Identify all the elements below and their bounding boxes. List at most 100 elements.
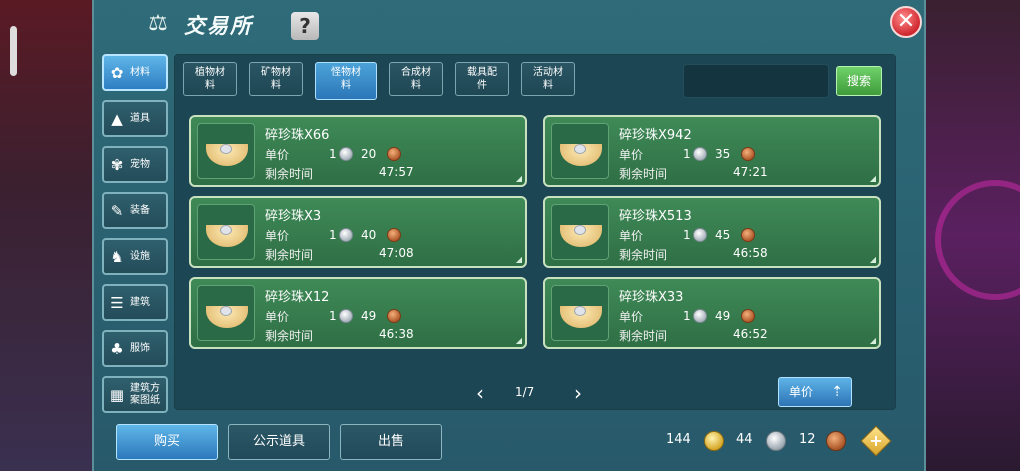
listing-card[interactable]: 碎珍珠X3 单价 1 40 剩余时间 47:08 ◢ — [189, 196, 527, 268]
item-name: 碎珍珠X33 — [619, 290, 684, 305]
price-label: 单价 — [265, 229, 290, 243]
tab-植物材料[interactable]: 植物材 料 — [183, 62, 237, 96]
time-remaining: 47:08 — [379, 246, 414, 260]
copper-coin-icon — [741, 309, 755, 323]
silver-amount: 1 — [683, 147, 691, 161]
listing-card[interactable]: 碎珍珠X942 单价 1 35 剩余时间 47:21 ◢ — [543, 115, 881, 187]
item-name: 碎珍珠X12 — [265, 290, 330, 305]
sidebar-item-材料[interactable]: ✿ 材料 — [102, 54, 168, 91]
tab-载具配件[interactable]: 载具配 件 — [455, 62, 509, 96]
price-label: 单价 — [265, 148, 290, 162]
silver-balance: 44 — [736, 432, 753, 447]
sidebar-item-label: 设施 — [130, 250, 150, 262]
copper-amount: 49 — [715, 309, 731, 323]
sort-by-price-button[interactable]: 单价 ⇡ — [778, 377, 852, 407]
corner-arrow-icon: ◢ — [869, 174, 876, 183]
corner-arrow-icon: ◢ — [869, 255, 876, 264]
search-input[interactable] — [683, 64, 829, 98]
sort-arrow-icon: ⇡ — [831, 384, 843, 400]
道具-icon: ▲ — [111, 109, 123, 128]
broken-pearl-icon — [197, 204, 255, 260]
copper-coin-icon — [741, 147, 755, 161]
设施-icon: ♞ — [110, 247, 124, 266]
copper-coin-icon — [387, 147, 401, 161]
sidebar-item-道具[interactable]: ▲ 道具 — [102, 100, 168, 137]
side-handle[interactable] — [10, 26, 17, 76]
time-remaining: 46:58 — [733, 246, 768, 260]
sell-tab[interactable]: 出售 — [340, 424, 442, 460]
next-page-button[interactable]: › — [569, 381, 587, 405]
listing-card[interactable]: 碎珍珠X33 单价 1 49 剩余时间 46:52 ◢ — [543, 277, 881, 349]
tab-活动材料[interactable]: 活动材 料 — [521, 62, 575, 96]
silver-amount: 1 — [329, 309, 337, 323]
sidebar-item-装备[interactable]: ✎ 装备 — [102, 192, 168, 229]
silver-coin-icon — [693, 228, 707, 242]
sidebar-item-建筑[interactable]: ☰ 建筑 — [102, 284, 168, 321]
tab-合成材料[interactable]: 合成材 料 — [389, 62, 443, 96]
sidebar-item-建筑方案图纸[interactable]: ▦ 建筑方 案图纸 — [102, 376, 168, 413]
broken-pearl-icon — [551, 285, 609, 341]
copper-coin-icon — [387, 309, 401, 323]
pearl-icon — [574, 144, 586, 154]
silver-coin-icon — [339, 147, 353, 161]
broken-pearl-icon — [197, 123, 255, 179]
scales-icon: ⚖ — [148, 11, 168, 36]
time-label: 剩余时间 — [619, 248, 668, 262]
listing-card[interactable]: 碎珍珠X12 单价 1 49 剩余时间 46:38 ◢ — [189, 277, 527, 349]
time-label: 剩余时间 — [619, 167, 668, 181]
sidebar-item-label: 宠物 — [130, 158, 150, 170]
silver-coin-icon — [693, 147, 707, 161]
copper-amount: 45 — [715, 228, 731, 242]
announced-items-tab[interactable]: 公示道具 — [228, 424, 330, 460]
time-remaining: 47:21 — [733, 165, 768, 179]
exchange-panel: ⚖ 交易所 ? ✕ ✿ 材料 ▲ 道具 ✾ 宠物 ✎ 装备 ♞ 设施 ☰ 建筑 — [92, 0, 926, 471]
help-button[interactable]: ? — [291, 12, 319, 40]
buy-tab[interactable]: 购买 — [116, 424, 218, 460]
previous-page-button[interactable]: ‹ — [471, 381, 489, 405]
corner-arrow-icon: ◢ — [515, 174, 522, 183]
pearl-icon — [220, 144, 232, 154]
price-label: 单价 — [619, 148, 644, 162]
close-button[interactable]: ✕ — [890, 6, 922, 38]
background-ring — [935, 180, 1020, 300]
copper-coin-icon — [387, 228, 401, 242]
sort-label: 单价 — [789, 385, 814, 399]
time-label: 剩余时间 — [265, 248, 314, 262]
page-title: 交易所 — [184, 14, 253, 38]
silver-amount: 1 — [329, 147, 337, 161]
宠物-icon: ✾ — [110, 155, 124, 174]
sidebar-item-label: 建筑方 案图纸 — [130, 382, 160, 406]
copper-coin-icon — [826, 431, 846, 451]
sidebar-item-设施[interactable]: ♞ 设施 — [102, 238, 168, 275]
sidebar-item-label: 服饰 — [130, 342, 150, 354]
broken-pearl-icon — [197, 285, 255, 341]
corner-arrow-icon: ◢ — [869, 336, 876, 345]
page-indicator: 1/7 — [515, 385, 535, 399]
sidebar-item-label: 道具 — [130, 112, 150, 124]
broken-pearl-icon — [551, 204, 609, 260]
copper-coin-icon — [741, 228, 755, 242]
tab-怪物材料[interactable]: 怪物材 料 — [315, 62, 377, 100]
time-label: 剩余时间 — [619, 329, 668, 343]
listing-card[interactable]: 碎珍珠X513 单价 1 45 剩余时间 46:58 ◢ — [543, 196, 881, 268]
item-name: 碎珍珠X513 — [619, 209, 692, 224]
item-name: 碎珍珠X66 — [265, 128, 330, 143]
corner-arrow-icon: ◢ — [515, 255, 522, 264]
pearl-icon — [220, 225, 232, 235]
silver-coin-icon — [693, 309, 707, 323]
sidebar-item-label: 建筑 — [130, 296, 150, 308]
silver-coin-icon — [339, 228, 353, 242]
装备-icon: ✎ — [110, 201, 124, 220]
tab-矿物材料[interactable]: 矿物材 料 — [249, 62, 303, 96]
gold-coin-icon — [704, 431, 724, 451]
title-bar: ⚖ 交易所 ? ✕ — [94, 0, 924, 50]
sidebar-item-label: 材料 — [130, 66, 150, 78]
silver-coin-icon — [339, 309, 353, 323]
listing-card[interactable]: 碎珍珠X66 单价 1 20 剩余时间 47:57 ◢ — [189, 115, 527, 187]
服饰-icon: ♣ — [110, 339, 124, 358]
sidebar-item-宠物[interactable]: ✾ 宠物 — [102, 146, 168, 183]
time-label: 剩余时间 — [265, 329, 314, 343]
search-button[interactable]: 搜索 — [836, 66, 882, 96]
sidebar-item-服饰[interactable]: ♣ 服饰 — [102, 330, 168, 367]
gold-amount: 144 — [666, 432, 691, 447]
